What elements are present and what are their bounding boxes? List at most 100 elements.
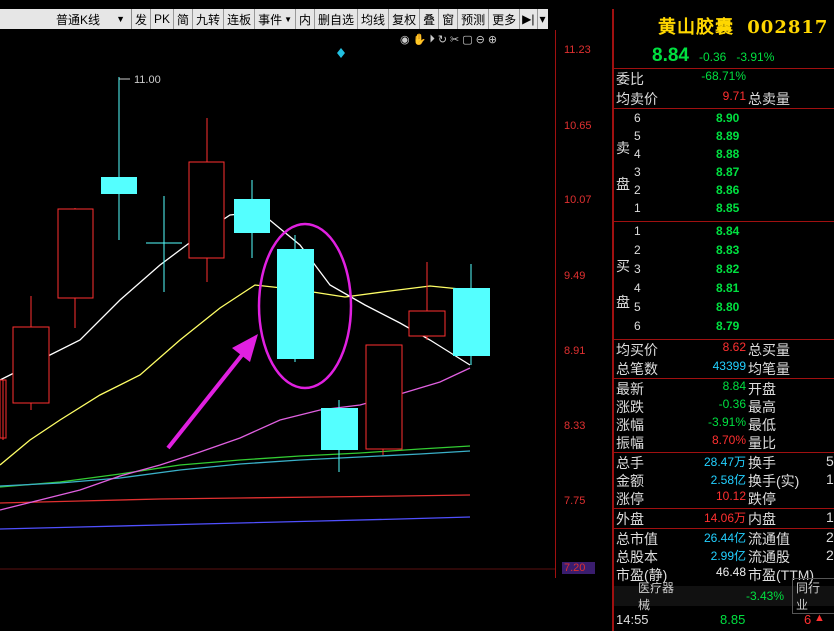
stock-change: -0.36 — [698, 50, 727, 64]
toolbar-button-pk[interactable]: PK — [151, 9, 175, 29]
sell-level-row[interactable]: 5 8.89 — [634, 129, 834, 147]
tick-row: 14:55 8.85 6 ▲ — [616, 612, 834, 627]
sell-level-row[interactable]: 4 8.88 — [634, 147, 834, 165]
sell-level-row[interactable]: 3 8.87 — [634, 165, 834, 183]
toolbar-button-forecast[interactable]: 预测 — [458, 9, 490, 29]
panel-collapse-icon[interactable]: ▶| — [520, 9, 538, 29]
stat-label: 涨幅 — [616, 417, 644, 433]
stat-value: 8.70% — [711, 433, 746, 447]
book-price: 8.82 — [716, 262, 740, 276]
stat-label-2: 最低 — [748, 417, 776, 433]
candles — [0, 77, 490, 472]
stat-row: 总股本 2.99亿 流通股 2 — [616, 547, 834, 565]
stat-value: 28.47万 — [703, 455, 746, 469]
buy-level-row[interactable]: 1 8.84 — [634, 224, 834, 242]
toolbar-button-nei[interactable]: 内 — [296, 9, 316, 29]
price-axis-label: 10.65 — [564, 120, 592, 132]
buy-side-char: 买 — [616, 258, 630, 274]
stat-label: 涨跌 — [616, 399, 644, 415]
buy-level-row[interactable]: 3 8.82 — [634, 262, 834, 280]
toolbar-button-lianban[interactable]: 连板 — [224, 9, 256, 29]
stat-value: 14.06万 — [703, 511, 746, 525]
highlight-arrow — [166, 348, 248, 450]
toolbar-button-delete-watchlist[interactable]: 删自选 — [315, 9, 359, 29]
toolbar-button-overlay[interactable]: 叠 — [420, 9, 440, 29]
sell-level-row[interactable]: 2 8.86 — [634, 183, 834, 201]
book-price: 8.79 — [716, 319, 740, 333]
stat-row: 最新 8.84 开盘 — [616, 379, 834, 397]
book-level: 2 — [634, 243, 641, 257]
stock-name: 黄山胶囊 — [658, 17, 734, 38]
buy-level-row[interactable]: 4 8.81 — [634, 281, 834, 299]
buy-level-row[interactable]: 5 8.80 — [634, 300, 834, 318]
tick-volume: 6 — [804, 612, 812, 627]
stat-row: 涨幅 -3.91% 最低 — [616, 415, 834, 433]
candlestick-chart[interactable]: 11.00 — [0, 30, 612, 575]
toolbar-button-adjust[interactable]: 复权 — [389, 9, 421, 29]
stat-value: -0.36 — [718, 397, 746, 411]
chevron-down-icon[interactable]: ▾ — [537, 9, 548, 29]
stat-row: 外盘 14.06万内盘 14 — [616, 509, 834, 527]
toolbar-button-shijian[interactable]: 事件 ▼ — [255, 9, 297, 29]
weibi-value: -68.71% — [701, 69, 746, 83]
toolbar-button-fa[interactable]: 发 — [132, 9, 152, 29]
toolbar-button-jian[interactable]: 简 — [174, 9, 194, 29]
book-level: 4 — [634, 281, 641, 295]
book-price: 8.84 — [716, 224, 740, 238]
ma-line-green — [0, 445, 471, 488]
toolbar-button-ma[interactable]: 均线 — [358, 9, 390, 29]
stat-value: 10.12 — [715, 489, 746, 503]
book-price: 8.88 — [716, 147, 740, 161]
stat-value: 2.58亿 — [710, 473, 746, 487]
sell-side-char: 卖 — [616, 140, 630, 156]
stat-value-2: 5 — [826, 453, 834, 469]
sell-level-row[interactable]: 6 8.90 — [634, 111, 834, 129]
avg-sell-value: 9.71 — [722, 89, 746, 103]
stat-value-2: 25 — [826, 529, 834, 545]
stat-row: 金额 2.58亿换手(实) 10 — [616, 471, 834, 489]
stat-row: 总市值 26.44亿流通值 25 — [616, 529, 834, 547]
period-select[interactable]: 普通K线 ▼ — [0, 9, 132, 29]
tick-time: 14:55 — [616, 612, 649, 627]
chevron-down-icon: ▼ — [116, 14, 125, 24]
marker-icon — [337, 48, 345, 58]
sector-name[interactable]: 医疗器械 — [638, 579, 686, 613]
stat-label: 总股本 — [616, 549, 658, 565]
sell-side-char: 盘 — [616, 176, 630, 192]
price-axis-label-current: 7.20 — [562, 562, 596, 574]
book-price: 8.81 — [716, 281, 740, 295]
buy-level-row[interactable]: 6 8.79 — [634, 319, 834, 337]
stat-label: 金额 — [616, 473, 644, 489]
stock-code: 002817 — [747, 17, 829, 38]
avg-buy-label: 均买价 — [616, 342, 658, 358]
book-price: 8.80 — [716, 300, 740, 314]
stat-label-2: 流通股 — [748, 549, 790, 565]
chart-toolbar: 普通K线 ▼ 发 PK 简 九转 连板 事件 ▼ 内 删自选 均线 复权 叠 窗 … — [0, 9, 606, 29]
chevron-down-icon: ▼ — [284, 14, 293, 24]
sell-level-row[interactable]: 1 8.85 — [634, 201, 834, 219]
avg-sell-row: 均卖价 9.71 总卖量 — [616, 89, 834, 107]
stat-value: 2.99亿 — [710, 549, 746, 563]
avg-trade-label: 均笔量 — [748, 361, 790, 377]
peer-tab[interactable]: 同行业 — [792, 578, 834, 614]
book-level: 6 — [634, 111, 641, 125]
sell-side-label: 卖 盘 — [616, 139, 630, 193]
toolbar-button-window[interactable]: 窗 — [439, 9, 459, 29]
stat-label: 振幅 — [616, 435, 644, 451]
total-buy-label: 总买量 — [748, 342, 790, 358]
ma-line-red — [0, 494, 471, 504]
buy-level-row[interactable]: 2 8.83 — [634, 243, 834, 261]
total-trades-row: 总笔数 43399 均笔量 — [616, 359, 834, 377]
sector-change: -3.43% — [745, 589, 785, 603]
price-axis-label: 8.91 — [564, 345, 586, 357]
total-trades-label: 总笔数 — [616, 361, 658, 377]
stat-value-2: 14 — [826, 509, 834, 525]
price-axis-label: 8.33 — [564, 420, 586, 432]
toolbar-button-more[interactable]: 更多 — [489, 9, 521, 29]
book-price: 8.86 — [716, 183, 740, 197]
book-level: 3 — [634, 262, 641, 276]
toolbar-button-jiuzhuan[interactable]: 九转 — [193, 9, 225, 29]
book-price: 8.85 — [716, 201, 740, 215]
stock-title: 黄山胶囊 002817 — [658, 13, 828, 39]
total-sell-label: 总卖量 — [748, 91, 790, 107]
